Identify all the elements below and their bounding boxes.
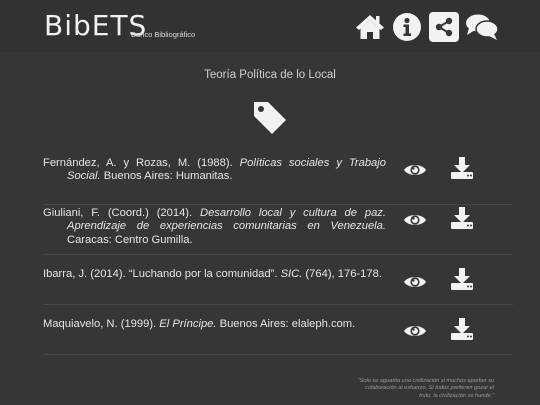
citation-publisher: (764), 176-178.: [302, 268, 382, 280]
citation-text: Fernández, A. y Rozas, M. (1988). Políti…: [43, 157, 386, 184]
view-icon[interactable]: [403, 323, 427, 339]
citation-publisher: Caracas: Centro Gumilla.: [67, 233, 193, 246]
citation-title: SIC.: [280, 268, 303, 280]
info-button[interactable]: [392, 12, 422, 42]
citation-authors: Fernández, A. y Rozas, M. (1988).: [43, 157, 240, 169]
citation-text: Ibarra, J. (2014). “Luchando por la comu…: [43, 268, 386, 281]
download-icon[interactable]: [450, 207, 474, 229]
view-icon[interactable]: [403, 162, 427, 178]
tag-icon: [251, 99, 289, 142]
section-title: Teoría Política de lo Local: [204, 69, 336, 81]
citation-text: Maquiavelo, N. (1999). El Príncipe. Buen…: [43, 318, 386, 331]
bibliography-entry: Giuliani, F. (Coord.) (2014). Desarrollo…: [43, 207, 513, 255]
citation-authors: Maquiavelo, N. (1999).: [43, 318, 160, 330]
logo-subtitle: Banco Bibliográfico: [131, 30, 196, 39]
view-icon[interactable]: [403, 212, 427, 228]
view-icon[interactable]: [403, 274, 427, 290]
share-icon: [435, 17, 453, 37]
download-icon[interactable]: [450, 157, 474, 179]
citation-authors: Ibarra, J. (2014). “Luchando por la comu…: [43, 268, 281, 280]
citation-title: El Príncipe.: [159, 318, 217, 330]
citation-publisher: Buenos Aires: Humanitas.: [100, 170, 233, 183]
bibliography-entry: Ibarra, J. (2014). “Luchando por la comu…: [43, 268, 513, 305]
share-button[interactable]: [429, 12, 459, 42]
home-button[interactable]: [355, 12, 385, 42]
bibliography-entry: Maquiavelo, N. (1999). El Príncipe. Buen…: [43, 318, 513, 355]
citation-publisher: Buenos Aires: elaleph.com.: [216, 318, 356, 330]
bibliography-entry: Fernández, A. y Rozas, M. (1988). Políti…: [43, 157, 513, 205]
citation-authors: Giuliani, F. (Coord.) (2014).: [43, 207, 200, 219]
info-icon: [393, 13, 421, 41]
download-icon[interactable]: [450, 318, 474, 340]
home-icon: [356, 15, 384, 39]
chat-button[interactable]: [465, 12, 499, 42]
download-icon[interactable]: [450, 268, 474, 290]
footer-quote: “Solo se aguanta una civilización si muc…: [357, 378, 494, 399]
citation-text: Giuliani, F. (Coord.) (2014). Desarrollo…: [43, 207, 386, 247]
chat-icon: [466, 14, 499, 40]
header: BibETS Banco Bibliográfico: [0, 0, 540, 52]
